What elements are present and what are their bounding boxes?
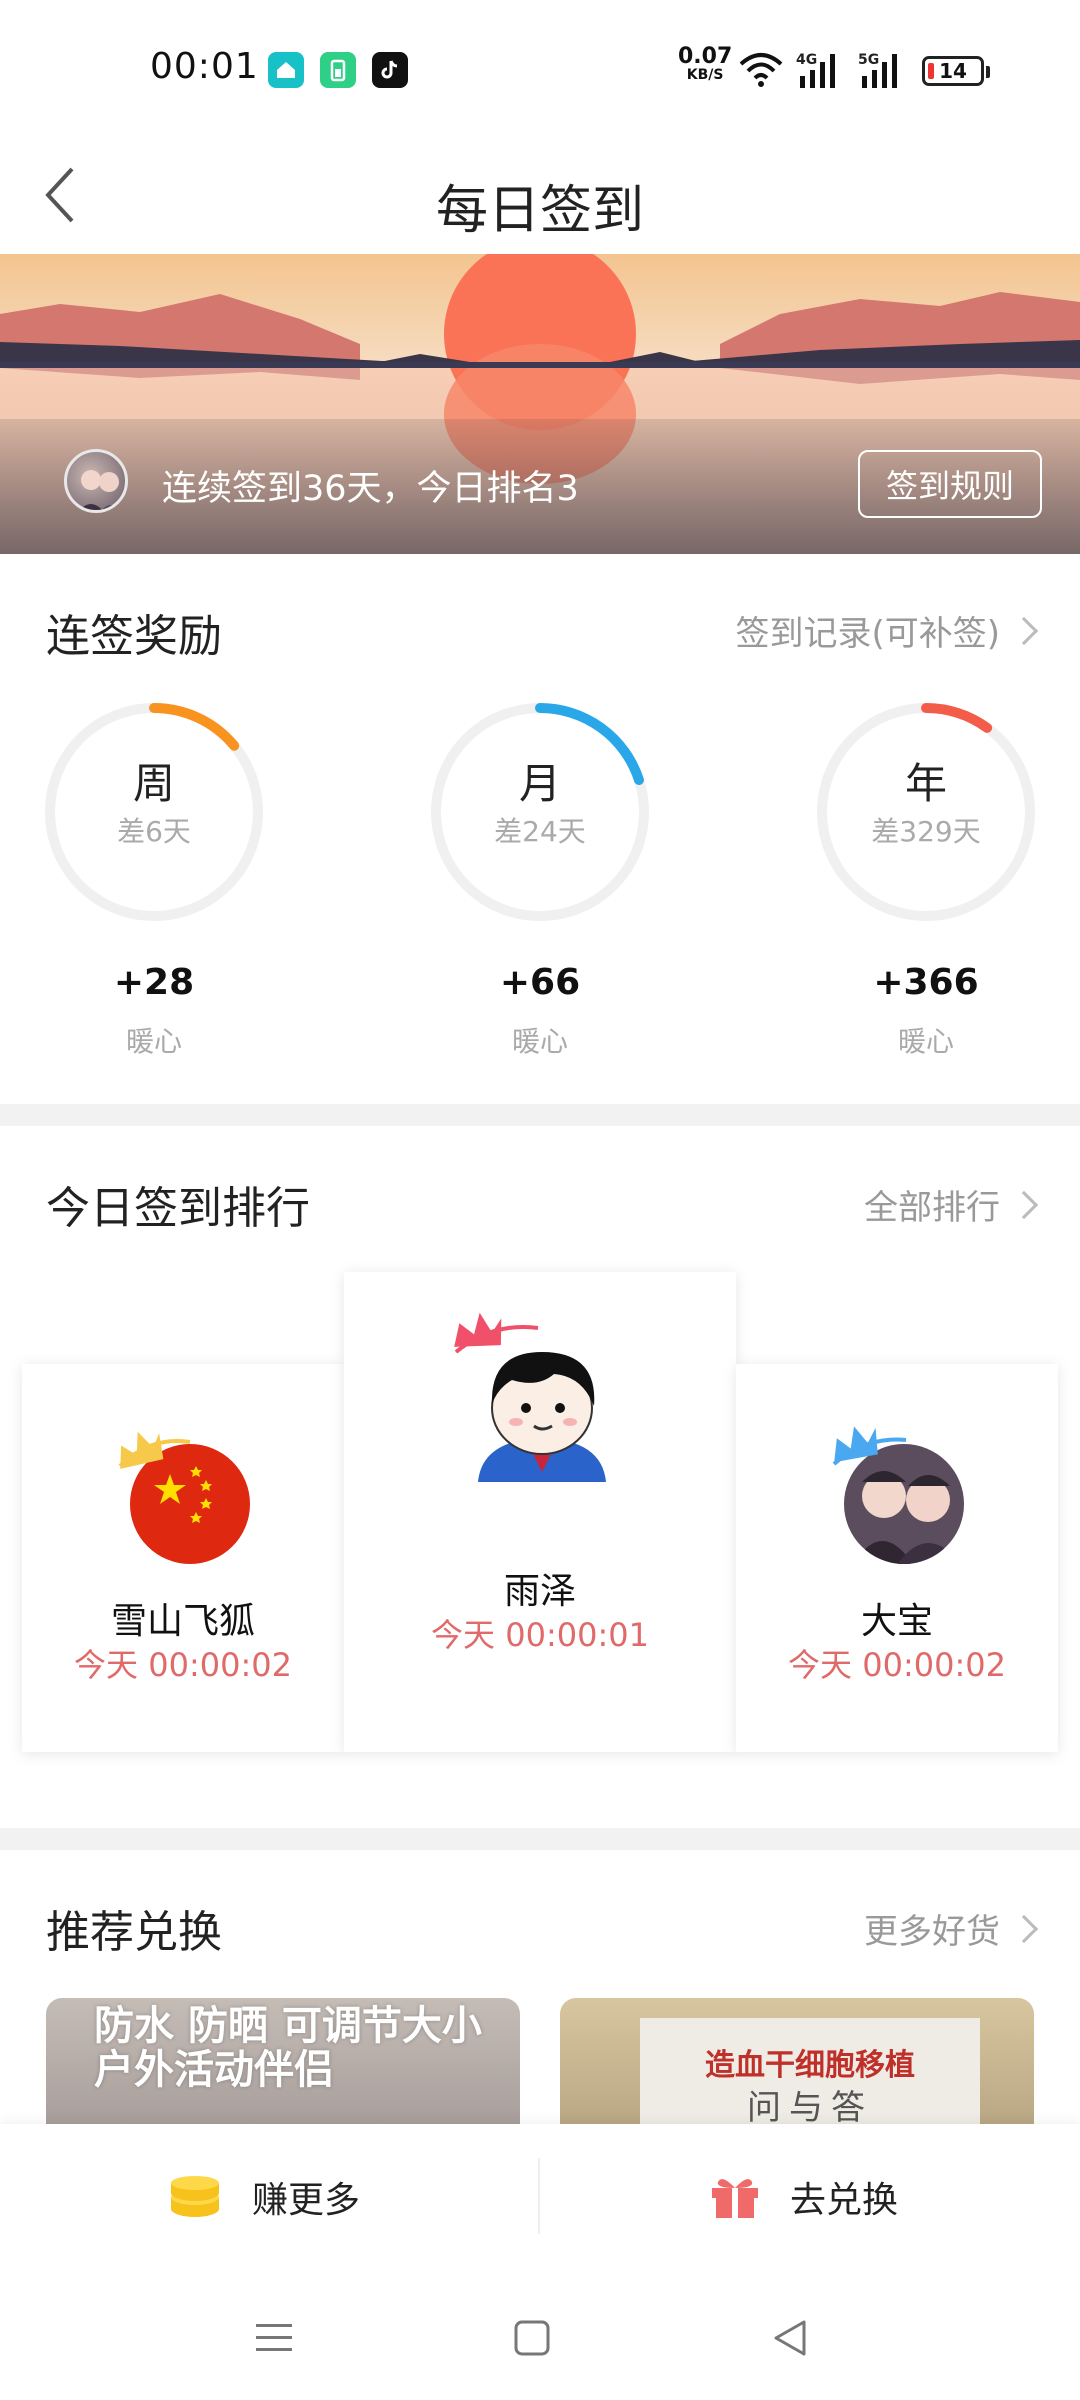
signal-4g-icon: 4G (796, 52, 846, 92)
action-separator (538, 2158, 540, 2234)
product-cap-text: 防水 防晒 可调节大小 户外活动伴侣 (94, 2003, 482, 2093)
chevron-right-icon (1009, 616, 1039, 645)
rank-card-first[interactable]: 雨泽 今天 00:00:01 (344, 1272, 736, 1752)
rank-name-first: 雨泽 (503, 1571, 576, 1612)
chevron-right-icon (1009, 1914, 1039, 1943)
go-exchange-button[interactable]: 去兑换 (710, 2124, 898, 2269)
section-divider (0, 1828, 1080, 1850)
recommend-title: 推荐兑换 (46, 1907, 222, 1958)
reward-year-unit: 暖心 (897, 1025, 954, 1058)
reward-year-value: +366 (873, 962, 979, 1003)
signal-5g-icon: 5G (858, 52, 908, 92)
chevron-right-icon (1009, 1190, 1039, 1219)
go-exchange-label: 去兑换 (790, 2179, 899, 2221)
tiktok-icon (372, 52, 408, 88)
rank-card-third[interactable]: 大宝 今天 00:00:02 (736, 1364, 1058, 1752)
reward-month-unit: 暖心 (511, 1025, 568, 1058)
ring-month-label: 月 (518, 759, 561, 808)
menu-icon (256, 2324, 292, 2351)
all-ranking-label: 全部排行 (864, 1188, 1000, 1228)
ring-year-remaining: 差329天 (871, 815, 981, 848)
streak-status-text: 连续签到36天，今日排名3 (162, 469, 579, 509)
earn-more-button[interactable]: 赚更多 (168, 2124, 360, 2269)
ring-year-label: 年 (904, 759, 947, 808)
rank-name-second: 雪山飞狐 (110, 1601, 255, 1642)
battery-level: 14 (939, 59, 967, 83)
rank-avatar-third (822, 1416, 972, 1566)
china-flag-avatar (118, 1431, 250, 1564)
gift-icon (712, 2178, 758, 2218)
all-ranking-link[interactable]: 全部排行 (864, 1180, 1039, 1229)
rank-time-third: 今天 00:00:02 (788, 1646, 1006, 1684)
signal-4g-label: 4G (796, 52, 818, 68)
section-divider (0, 1104, 1080, 1126)
back-nav-button[interactable] (760, 2308, 820, 2368)
rank-time-first: 今天 00:00:01 (431, 1616, 649, 1654)
square-icon (514, 2320, 550, 2356)
crown-icon (454, 1312, 502, 1347)
network-speed: 0.07 KB/S (678, 44, 733, 84)
status-time: 00:01 (150, 46, 259, 87)
checkin-rules-button[interactable]: 签到规则 (858, 450, 1042, 518)
checkin-record-label: 签到记录(可补签) (735, 614, 1000, 654)
reward-month-value: +66 (499, 962, 581, 1003)
page-title: 每日签到 (435, 181, 644, 241)
rank-name-third: 大宝 (860, 1601, 933, 1642)
rank-avatar-first (442, 1312, 632, 1502)
reward-week-unit: 暖心 (125, 1025, 182, 1058)
streak-rewards-title: 连签奖励 (46, 611, 222, 662)
menu-nav-button[interactable] (244, 2308, 304, 2368)
user-avatar[interactable] (64, 449, 128, 513)
more-goods-link[interactable]: 更多好货 (864, 1904, 1039, 1953)
coins-icon (171, 2175, 219, 2217)
reward-week-value: +28 (113, 962, 195, 1003)
home-app-icon (268, 52, 304, 88)
home-nav-button[interactable] (502, 2308, 562, 2368)
product-card-cap[interactable]: 防水 防晒 可调节大小 户外活动伴侣 (46, 1998, 520, 2128)
ring-month-remaining: 差24天 (494, 815, 586, 848)
rank-time-second: 今天 00:00:02 (74, 1646, 292, 1684)
cartoon-boy-avatar (454, 1312, 606, 1482)
system-nav-bar (0, 2270, 1080, 2400)
ring-week-remaining: 差6天 (117, 815, 191, 848)
ring-week-label: 周 (132, 759, 175, 808)
book-subtitle: 问与答 (747, 2088, 873, 2128)
triangle-back-icon (774, 2320, 806, 2356)
product-card-book[interactable]: 造血干细胞移植 问与答 (560, 1998, 1034, 2128)
ranking-title: 今日签到排行 (46, 1183, 310, 1234)
ring-year[interactable]: 年 差329天 (814, 700, 1038, 924)
rank-avatar-second (110, 1422, 260, 1572)
sunset-banner: 连续签到36天，今日排名3 签到规则 (0, 254, 1080, 554)
status-bar: 00:01 0.07 KB/S 4G 5G 14 (0, 0, 1080, 140)
signal-5g-label: 5G (858, 52, 880, 68)
book-title: 造血干细胞移植 (705, 2048, 915, 2083)
earn-more-label: 赚更多 (252, 2179, 361, 2221)
book-cover: 造血干细胞移植 问与答 (640, 2018, 980, 2128)
ring-week[interactable]: 周 差6天 (42, 700, 266, 924)
wifi-icon (739, 53, 783, 87)
screen: 00:01 0.07 KB/S 4G 5G 14 每日签到 连续签到36天，今日… (0, 0, 1080, 2400)
rank-card-second[interactable]: 雪山飞狐 今天 00:00:02 (22, 1364, 344, 1752)
ring-month[interactable]: 月 差24天 (428, 700, 652, 924)
more-goods-label: 更多好货 (864, 1912, 1000, 1952)
header: 每日签到 (0, 140, 1080, 255)
battery-indicator: 14 (922, 56, 990, 86)
photo-avatar (832, 1426, 964, 1564)
bottom-action-bar: 赚更多 去兑换 (0, 2124, 1080, 2269)
checkin-record-link[interactable]: 签到记录(可补签) (735, 606, 1039, 655)
battery-app-icon (320, 52, 356, 88)
